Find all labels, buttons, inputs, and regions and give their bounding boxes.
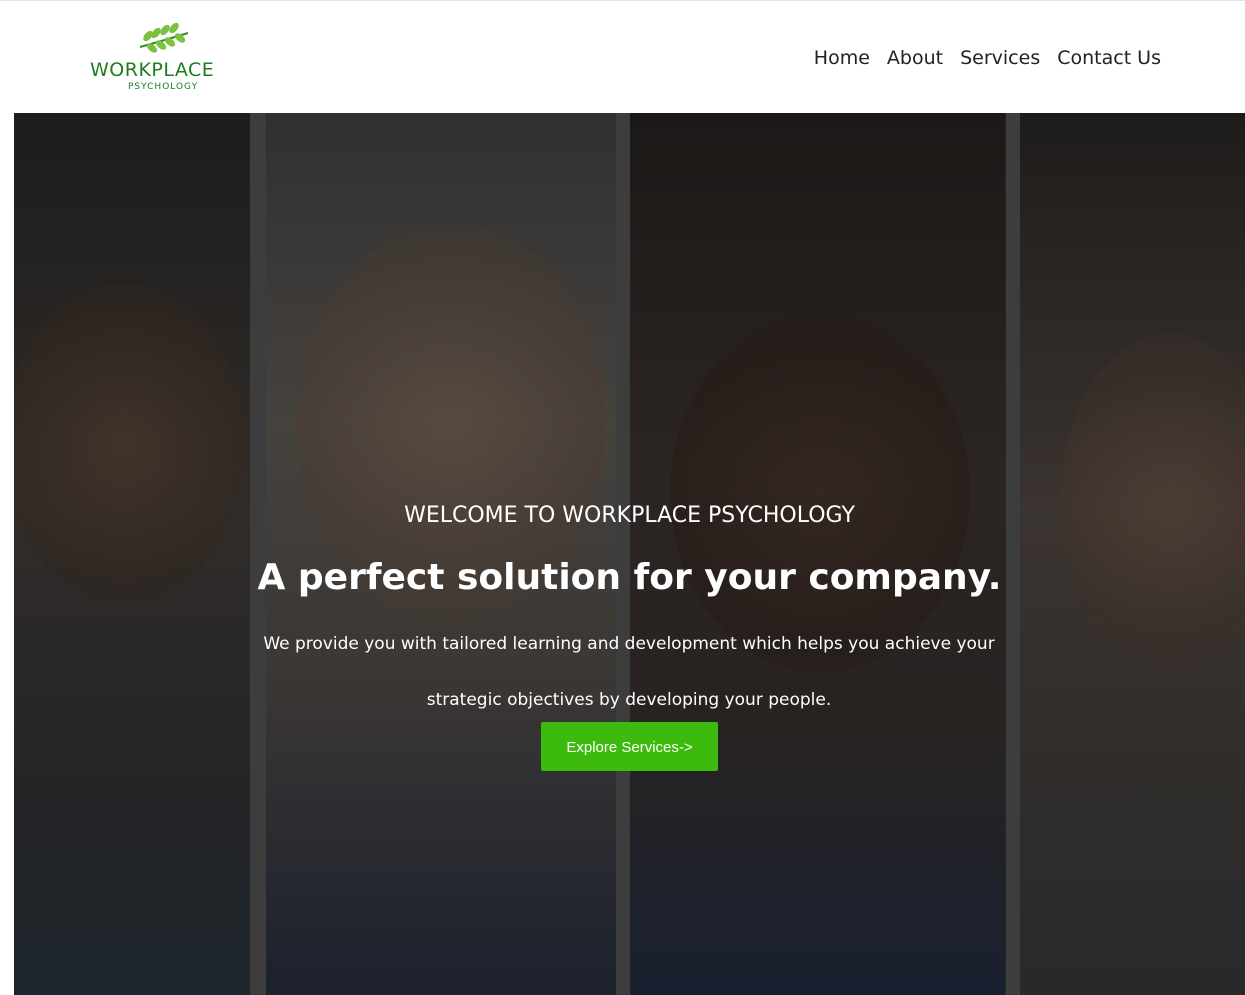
site-header: WORKPLACE PSYCHOLOGY Home About Services… [0,0,1245,113]
logo-wordmark: WORKPLACE [90,59,215,81]
logo-tagline: PSYCHOLOGY [128,82,199,92]
nav-services[interactable]: Services [960,46,1040,70]
nav-about[interactable]: About [887,46,943,70]
leaf-icon [139,22,189,53]
main-nav: Home About Services Contact Us [814,46,1161,70]
nav-contact-us[interactable]: Contact Us [1057,46,1161,70]
site-logo[interactable]: WORKPLACE PSYCHOLOGY [90,19,250,99]
hero-description: We provide you with tailored learning an… [263,634,995,710]
hero-section: WELCOME TO WORKPLACE PSYCHOLOGY A perfec… [14,113,1245,995]
hero-headline: A perfect solution for your company. [257,557,1002,598]
nav-home[interactable]: Home [814,46,870,70]
hero-kicker: WELCOME TO WORKPLACE PSYCHOLOGY [404,503,855,528]
hero-content: WELCOME TO WORKPLACE PSYCHOLOGY A perfec… [14,113,1245,995]
explore-services-button[interactable]: Explore Services-> [541,722,718,771]
